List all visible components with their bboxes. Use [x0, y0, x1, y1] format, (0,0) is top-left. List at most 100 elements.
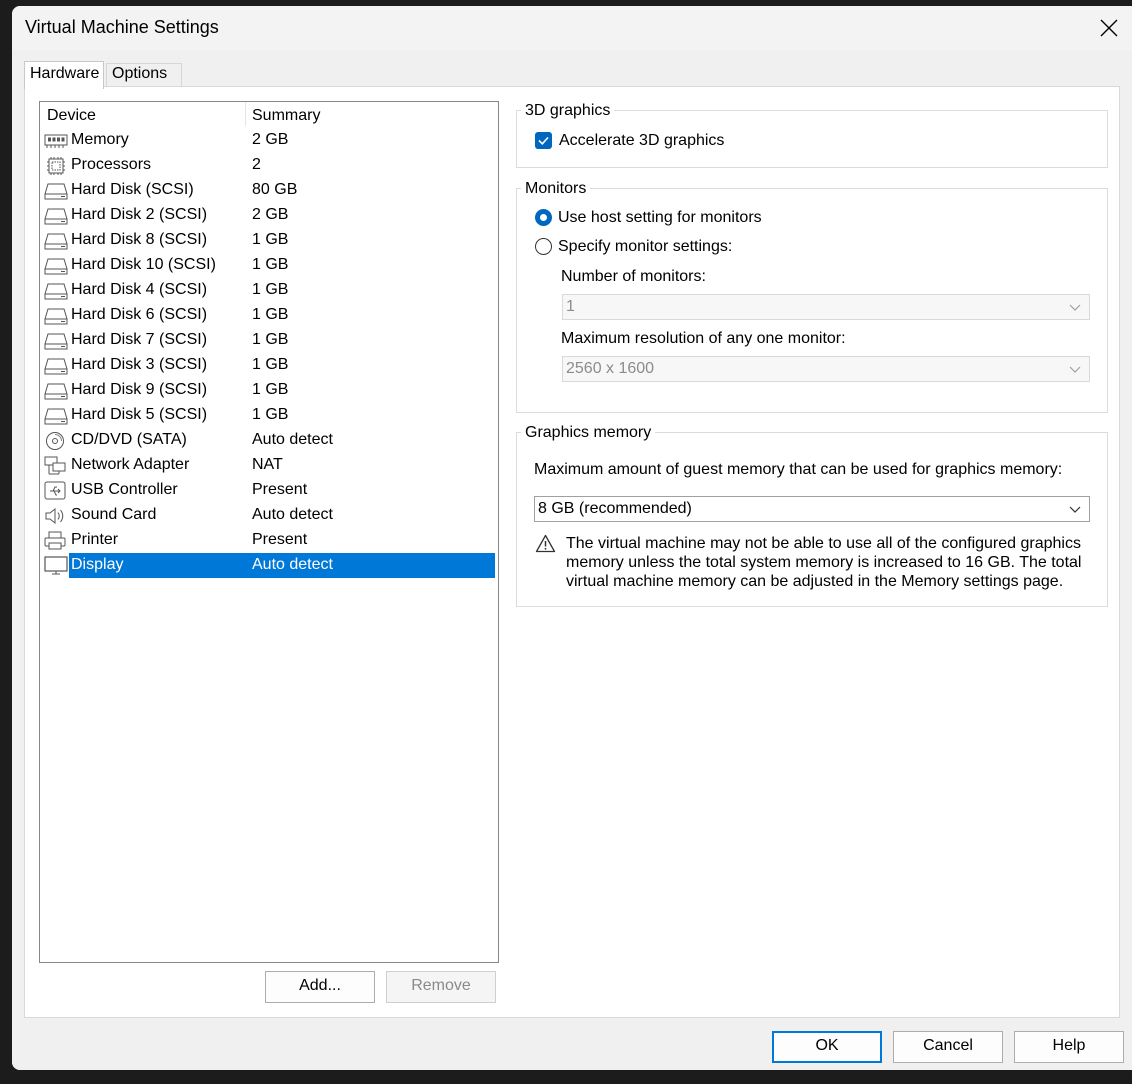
- number-of-monitors-select[interactable]: 1: [562, 294, 1090, 320]
- hard-disk-icon: [44, 233, 68, 250]
- tab-hardware[interactable]: Hardware: [24, 61, 104, 89]
- specify-monitor-label[interactable]: Specify monitor settings:: [558, 238, 732, 256]
- hard-disk-icon: [44, 258, 68, 275]
- use-host-label[interactable]: Use host setting for monitors: [558, 209, 762, 227]
- device-summary: 1 GB: [252, 306, 289, 323]
- device-summary: 1 GB: [252, 256, 289, 273]
- hard-disk-icon: [44, 333, 68, 350]
- printer-icon: [44, 531, 66, 550]
- 3d-graphics-group-label: 3D graphics: [521, 102, 615, 120]
- processor-icon: [47, 157, 65, 175]
- device-name: Hard Disk 2 (SCSI): [71, 206, 208, 223]
- device-row-hard-disk-scsi[interactable]: Hard Disk (SCSI) 80 GB: [40, 178, 496, 203]
- device-row-processors[interactable]: Processors 2: [40, 153, 496, 178]
- device-row-hard-disk-6-scsi[interactable]: Hard Disk 6 (SCSI) 1 GB: [40, 303, 496, 328]
- network-adapter-icon: [44, 456, 66, 475]
- hard-disk-icon: [44, 208, 68, 225]
- device-summary: Auto detect: [252, 556, 333, 573]
- device-column-header[interactable]: Device: [47, 107, 96, 125]
- device-name: Hard Disk 8 (SCSI): [71, 231, 208, 248]
- summary-column-header[interactable]: Summary: [252, 107, 320, 125]
- remove-button[interactable]: Remove: [386, 971, 496, 1003]
- device-name: Hard Disk 9 (SCSI): [71, 381, 208, 398]
- add-button[interactable]: Add...: [265, 971, 375, 1003]
- device-row-sound-card[interactable]: Sound Card Auto detect: [40, 503, 496, 528]
- cancel-button[interactable]: Cancel: [893, 1031, 1003, 1063]
- device-summary: 2: [252, 156, 261, 173]
- device-name: Hard Disk (SCSI): [71, 181, 194, 198]
- hard-disk-icon: [44, 308, 68, 325]
- device-name: Memory: [71, 131, 129, 148]
- device-row-network-adapter[interactable]: Network Adapter NAT: [40, 453, 496, 478]
- device-row-printer[interactable]: Printer Present: [40, 528, 496, 553]
- graphics-memory-select[interactable]: 8 GB (recommended): [534, 496, 1090, 522]
- device-summary: Present: [252, 481, 308, 498]
- device-row-cd-dvd-sata[interactable]: CD/DVD (SATA) Auto detect: [40, 428, 496, 453]
- window-title: Virtual Machine Settings: [25, 17, 219, 37]
- device-name: Hard Disk 7 (SCSI): [71, 331, 208, 348]
- device-name: CD/DVD (SATA): [71, 431, 187, 448]
- chevron-down-icon: [1069, 304, 1081, 311]
- chevron-down-icon: [1069, 506, 1081, 513]
- device-row-usb-controller[interactable]: USB Controller Present: [40, 478, 496, 503]
- max-resolution-select[interactable]: 2560 x 1600: [562, 356, 1090, 382]
- device-row-memory[interactable]: Memory 2 GB: [40, 128, 496, 153]
- device-row-hard-disk-7-scsi[interactable]: Hard Disk 7 (SCSI) 1 GB: [40, 328, 496, 353]
- close-button[interactable]: [1086, 6, 1132, 50]
- hard-disk-icon: [44, 408, 68, 425]
- device-name: Hard Disk 10 (SCSI): [71, 256, 216, 273]
- graphics-memory-description: Maximum amount of guest memory that can …: [534, 461, 1063, 478]
- max-resolution-value: 2560 x 1600: [566, 360, 655, 377]
- graphics-memory-group-label: Graphics memory: [521, 424, 656, 442]
- device-summary: Auto detect: [252, 506, 333, 523]
- warning-icon: [535, 534, 556, 553]
- number-of-monitors-label: Number of monitors:: [561, 268, 706, 285]
- use-host-radio[interactable]: [535, 209, 552, 226]
- device-list[interactable]: Device Summary Memory 2 GB Processors 2 Hard…: [39, 101, 499, 963]
- number-of-monitors-value: 1: [566, 298, 575, 315]
- device-row-hard-disk-3-scsi[interactable]: Hard Disk 3 (SCSI) 1 GB: [40, 353, 496, 378]
- device-name: USB Controller: [71, 481, 178, 498]
- device-row-hard-disk-10-scsi[interactable]: Hard Disk 10 (SCSI) 1 GB: [40, 253, 496, 278]
- usb-icon: [44, 481, 66, 500]
- help-button[interactable]: Help: [1014, 1031, 1124, 1063]
- monitors-group-label: Monitors: [521, 180, 591, 198]
- device-summary: Present: [252, 531, 308, 548]
- display-icon: [44, 556, 68, 575]
- device-row-hard-disk-9-scsi[interactable]: Hard Disk 9 (SCSI) 1 GB: [40, 378, 496, 403]
- graphics-memory-warning: The virtual machine may not be able to u…: [566, 535, 1082, 590]
- memory-icon: [44, 134, 68, 148]
- device-row-hard-disk-5-scsi[interactable]: Hard Disk 5 (SCSI) 1 GB: [40, 403, 496, 428]
- device-summary: 1 GB: [252, 381, 289, 398]
- device-summary: 1 GB: [252, 231, 289, 248]
- device-summary: 1 GB: [252, 356, 289, 373]
- device-summary: 1 GB: [252, 331, 289, 348]
- device-name: Sound Card: [71, 506, 157, 523]
- device-name: Network Adapter: [71, 456, 190, 473]
- vm-settings-dialog: Virtual Machine Settings Hardware Option…: [12, 6, 1132, 1070]
- device-summary: 2 GB: [252, 206, 289, 223]
- checkmark-icon: [538, 136, 549, 145]
- chevron-down-icon: [1069, 366, 1081, 373]
- graphics-memory-value: 8 GB (recommended): [538, 500, 692, 517]
- tab-options[interactable]: Options: [106, 63, 182, 87]
- device-name: Hard Disk 3 (SCSI): [71, 356, 208, 373]
- device-row-hard-disk-8-scsi[interactable]: Hard Disk 8 (SCSI) 1 GB: [40, 228, 496, 253]
- device-row-hard-disk-4-scsi[interactable]: Hard Disk 4 (SCSI) 1 GB: [40, 278, 496, 303]
- device-summary: 1 GB: [252, 406, 289, 423]
- accelerate-3d-label[interactable]: Accelerate 3D graphics: [559, 132, 724, 150]
- device-row-display[interactable]: Display Auto detect: [40, 553, 496, 578]
- ok-button[interactable]: OK: [772, 1031, 882, 1063]
- max-resolution-label: Maximum resolution of any one monitor:: [561, 330, 846, 347]
- device-name: Hard Disk 5 (SCSI): [71, 406, 208, 423]
- specify-monitor-radio[interactable]: [535, 238, 552, 255]
- dialog-footer: OK Cancel Help: [12, 1018, 1132, 1070]
- device-summary: NAT: [252, 456, 283, 473]
- device-name: Hard Disk 4 (SCSI): [71, 281, 208, 298]
- device-name: Processors: [71, 156, 152, 173]
- accelerate-3d-checkbox[interactable]: [535, 132, 552, 149]
- device-row-hard-disk-2-scsi[interactable]: Hard Disk 2 (SCSI) 2 GB: [40, 203, 496, 228]
- hard-disk-icon: [44, 183, 68, 200]
- column-separator: [245, 102, 246, 126]
- tab-strip: Hardware Options: [24, 61, 1120, 89]
